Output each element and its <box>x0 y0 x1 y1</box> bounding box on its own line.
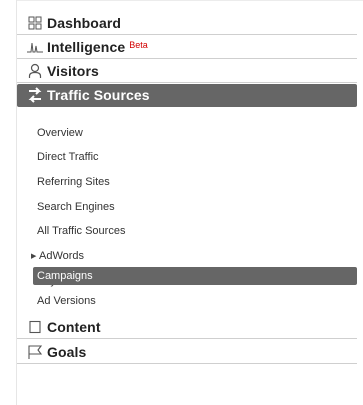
subnav-referring-sites-label: Referring Sites <box>37 176 110 188</box>
expand-triangle-icon[interactable]: ▶ <box>31 252 39 260</box>
nav-dashboard[interactable]: Dashboard <box>17 12 357 35</box>
subnav-adwords[interactable]: ▶ AdWords <box>31 247 357 265</box>
nav-content[interactable]: Content <box>17 316 357 339</box>
grid-icon <box>27 15 43 31</box>
subnav-campaigns-label: Campaigns <box>37 270 93 282</box>
nav-traffic-sources-label: Traffic Sources <box>47 87 150 103</box>
subnav-ad-versions[interactable]: Ad Versions <box>37 292 357 310</box>
nav-intelligence-label: Intelligence <box>47 39 126 55</box>
document-icon <box>27 319 43 335</box>
subnav-campaigns[interactable]: Campaigns <box>33 267 357 285</box>
subnav-adwords-label: AdWords <box>39 250 85 262</box>
nav-traffic-sources[interactable]: Traffic Sources <box>17 84 357 107</box>
subnav-overview[interactable]: Overview <box>37 124 357 142</box>
subnav-search-engines[interactable]: Search Engines <box>37 198 357 216</box>
nav-content-label: Content <box>47 319 101 335</box>
subnav-ad-versions-label: Ad Versions <box>37 295 96 307</box>
subnav-overview-label: Overview <box>37 127 83 139</box>
subnav-referring-sites[interactable]: Referring Sites <box>37 173 357 191</box>
nav-goals[interactable]: Goals <box>17 341 357 364</box>
nav-dashboard-label: Dashboard <box>47 15 122 31</box>
flag-icon <box>27 344 43 360</box>
subnav-direct-traffic-label: Direct Traffic <box>37 151 99 163</box>
nav-visitors[interactable]: Visitors <box>17 60 357 83</box>
subnav-direct-traffic[interactable]: Direct Traffic <box>37 148 357 166</box>
traffic-arrows-icon <box>27 87 43 103</box>
pulse-icon <box>27 39 43 55</box>
person-icon <box>27 63 43 79</box>
nav-intelligence[interactable]: Intelligence Beta <box>17 36 357 59</box>
beta-badge: Beta <box>129 40 148 50</box>
nav-visitors-label: Visitors <box>47 63 99 79</box>
subnav-all-traffic-sources[interactable]: All Traffic Sources <box>37 222 357 240</box>
nav-goals-label: Goals <box>47 344 87 360</box>
subnav-all-traffic-sources-label: All Traffic Sources <box>37 225 126 237</box>
subnav-search-engines-label: Search Engines <box>37 201 115 213</box>
